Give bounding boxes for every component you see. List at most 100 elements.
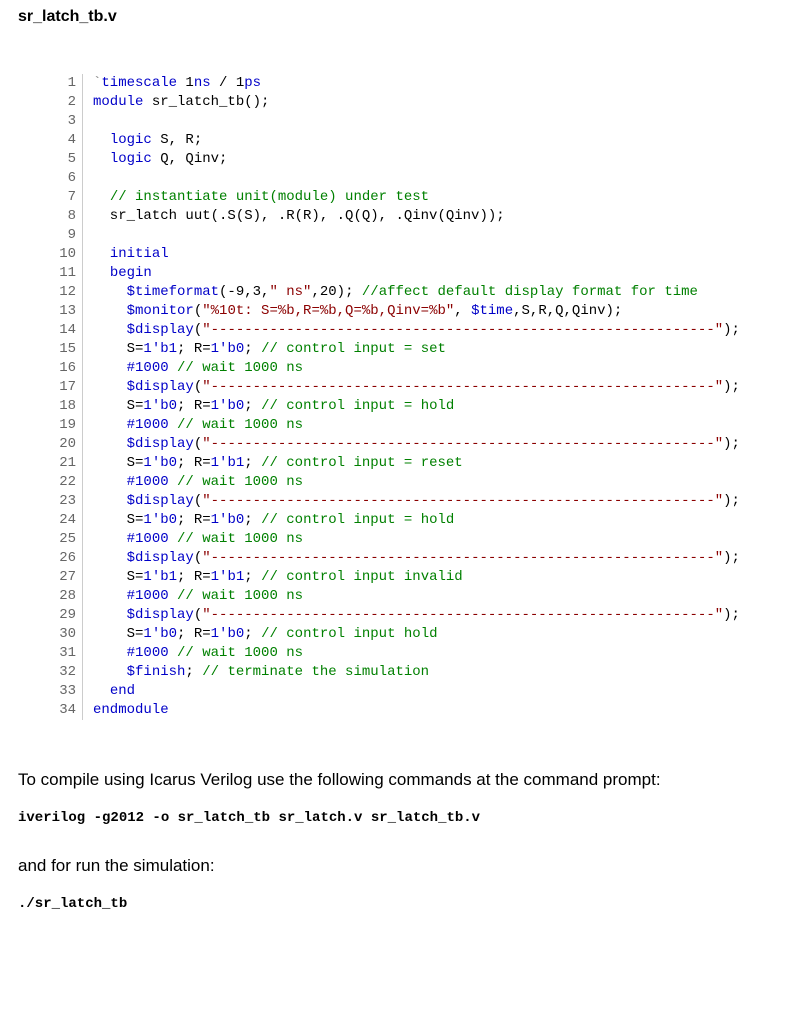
code-content: $display("------------------------------… <box>93 378 790 397</box>
code-line: 6 <box>46 169 790 188</box>
code-line: 29 $display("---------------------------… <box>46 606 790 625</box>
file-name: sr_latch_tb.v <box>18 0 790 34</box>
line-number: 28 <box>46 587 83 606</box>
line-number: 33 <box>46 682 83 701</box>
code-content: // instantiate unit(module) under test <box>93 188 790 207</box>
code-content: S=1'b0; R=1'b0; // control input = hold <box>93 397 790 416</box>
code-line: 17 $display("---------------------------… <box>46 378 790 397</box>
code-content: #1000 // wait 1000 ns <box>93 587 790 606</box>
line-number: 4 <box>46 131 83 150</box>
code-content: S=1'b0; R=1'b0; // control input hold <box>93 625 790 644</box>
code-line: 5 logic Q, Qinv; <box>46 150 790 169</box>
code-line: 8 sr_latch uut(.S(S), .R(R), .Q(Q), .Qin… <box>46 207 790 226</box>
code-line: 1 `timescale 1ns / 1ps <box>46 74 790 93</box>
line-number: 18 <box>46 397 83 416</box>
line-number: 6 <box>46 169 83 188</box>
code-line: 32 $finish; // terminate the simulation <box>46 663 790 682</box>
line-number: 9 <box>46 226 83 245</box>
code-content: #1000 // wait 1000 ns <box>93 359 790 378</box>
line-number: 31 <box>46 644 83 663</box>
line-number: 11 <box>46 264 83 283</box>
code-line: 21 S=1'b0; R=1'b1; // control input = re… <box>46 454 790 473</box>
line-number: 25 <box>46 530 83 549</box>
code-line: 18 S=1'b0; R=1'b0; // control input = ho… <box>46 397 790 416</box>
code-line: 14 $display("---------------------------… <box>46 321 790 340</box>
line-number: 2 <box>46 93 83 112</box>
code-line: 25 #1000 // wait 1000 ns <box>46 530 790 549</box>
code-content: $display("------------------------------… <box>93 435 790 454</box>
line-number: 27 <box>46 568 83 587</box>
code-line: 15 S=1'b1; R=1'b0; // control input = se… <box>46 340 790 359</box>
code-content: logic Q, Qinv; <box>93 150 790 169</box>
code-content: $monitor("%10t: S=%b,R=%b,Q=%b,Qinv=%b",… <box>93 302 790 321</box>
compile-command: iverilog -g2012 -o sr_latch_tb sr_latch.… <box>18 810 790 826</box>
code-content: $display("------------------------------… <box>93 606 790 625</box>
instruction-text-1: To compile using Icarus Verilog use the … <box>18 770 790 790</box>
code-content: #1000 // wait 1000 ns <box>93 416 790 435</box>
line-number: 34 <box>46 701 83 720</box>
code-content: S=1'b1; R=1'b1; // control input invalid <box>93 568 790 587</box>
instruction-text-2: and for run the simulation: <box>18 856 790 876</box>
code-line: 12 $timeformat(-9,3," ns",20); //affect … <box>46 283 790 302</box>
code-line: 19 #1000 // wait 1000 ns <box>46 416 790 435</box>
code-line: 26 $display("---------------------------… <box>46 549 790 568</box>
line-number: 32 <box>46 663 83 682</box>
code-content: $display("------------------------------… <box>93 549 790 568</box>
code-line: 23 $display("---------------------------… <box>46 492 790 511</box>
line-number: 15 <box>46 340 83 359</box>
code-line: 31 #1000 // wait 1000 ns <box>46 644 790 663</box>
code-line: 27 S=1'b1; R=1'b1; // control input inva… <box>46 568 790 587</box>
code-content: module sr_latch_tb(); <box>93 93 790 112</box>
line-number: 12 <box>46 283 83 302</box>
code-line: 11 begin <box>46 264 790 283</box>
code-content: endmodule <box>93 701 790 720</box>
code-line: 28 #1000 // wait 1000 ns <box>46 587 790 606</box>
code-line: 9 <box>46 226 790 245</box>
code-content <box>93 226 790 245</box>
code-line: 4 logic S, R; <box>46 131 790 150</box>
line-number: 17 <box>46 378 83 397</box>
line-number: 30 <box>46 625 83 644</box>
code-content: S=1'b0; R=1'b0; // control input = hold <box>93 511 790 530</box>
line-number: 5 <box>46 150 83 169</box>
code-content <box>93 169 790 188</box>
code-content: `timescale 1ns / 1ps <box>93 74 790 93</box>
code-line: 10 initial <box>46 245 790 264</box>
code-content: initial <box>93 245 790 264</box>
code-line: 24 S=1'b0; R=1'b0; // control input = ho… <box>46 511 790 530</box>
line-number: 23 <box>46 492 83 511</box>
code-line: 30 S=1'b0; R=1'b0; // control input hold <box>46 625 790 644</box>
code-content: begin <box>93 264 790 283</box>
code-line: 3 <box>46 112 790 131</box>
code-content: $finish; // terminate the simulation <box>93 663 790 682</box>
line-number: 24 <box>46 511 83 530</box>
line-number: 1 <box>46 74 83 93</box>
code-content: S=1'b0; R=1'b1; // control input = reset <box>93 454 790 473</box>
code-line: 16 #1000 // wait 1000 ns <box>46 359 790 378</box>
code-content: sr_latch uut(.S(S), .R(R), .Q(Q), .Qinv(… <box>93 207 790 226</box>
line-number: 19 <box>46 416 83 435</box>
code-content: $display("------------------------------… <box>93 321 790 340</box>
code-line: 33 end <box>46 682 790 701</box>
line-number: 8 <box>46 207 83 226</box>
code-content: $timeformat(-9,3," ns",20); //affect def… <box>93 283 790 302</box>
line-number: 7 <box>46 188 83 207</box>
code-content: $display("------------------------------… <box>93 492 790 511</box>
code-line: 13 $monitor("%10t: S=%b,R=%b,Q=%b,Qinv=%… <box>46 302 790 321</box>
code-line: 2 module sr_latch_tb(); <box>46 93 790 112</box>
line-number: 3 <box>46 112 83 131</box>
line-number: 10 <box>46 245 83 264</box>
line-number: 29 <box>46 606 83 625</box>
line-number: 20 <box>46 435 83 454</box>
line-number: 26 <box>46 549 83 568</box>
code-block: 1 `timescale 1ns / 1ps 2 module sr_latch_tb… <box>18 74 790 720</box>
run-command: ./sr_latch_tb <box>18 896 790 912</box>
code-line: 20 $display("---------------------------… <box>46 435 790 454</box>
code-content: #1000 // wait 1000 ns <box>93 530 790 549</box>
line-number: 16 <box>46 359 83 378</box>
code-line: 22 #1000 // wait 1000 ns <box>46 473 790 492</box>
code-content <box>93 112 790 131</box>
line-number: 14 <box>46 321 83 340</box>
code-content: #1000 // wait 1000 ns <box>93 473 790 492</box>
code-content: #1000 // wait 1000 ns <box>93 644 790 663</box>
